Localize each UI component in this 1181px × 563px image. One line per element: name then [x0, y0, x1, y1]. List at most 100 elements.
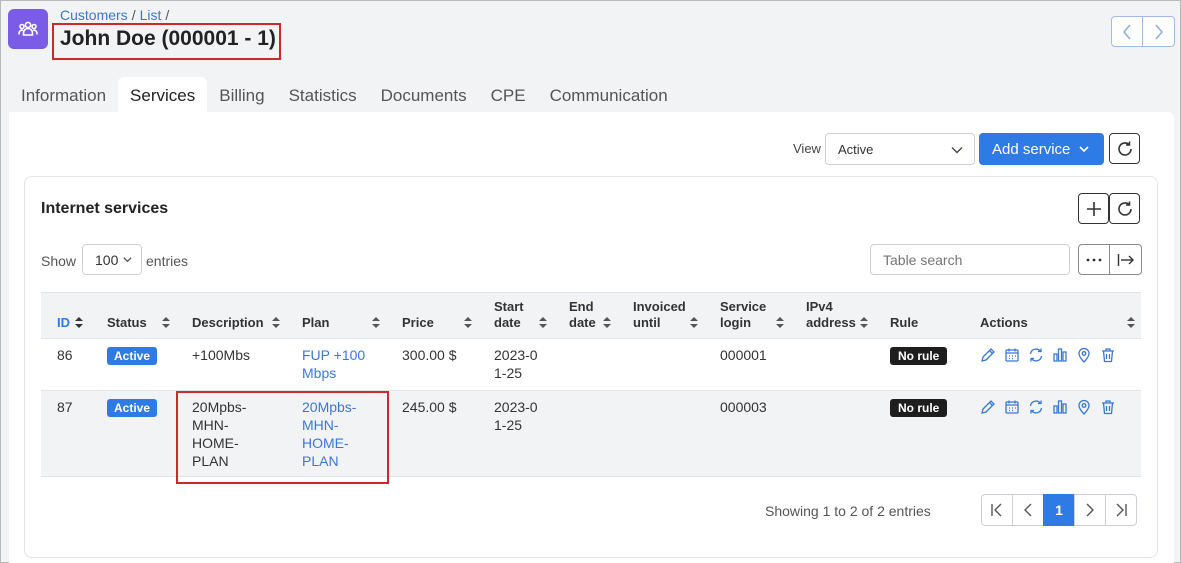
add-service-label: Add service [992, 140, 1071, 158]
column-header-invoiced-until[interactable]: Invoiced until [617, 292, 704, 339]
cell-status: Active [91, 338, 176, 391]
column-label: Invoiced until [633, 299, 686, 330]
cell-id: 86 [41, 338, 91, 391]
start-date: 2023-01-25 [494, 399, 538, 433]
table-row[interactable]: 87 Active 20Mpbs-MHN-HOME-PLAN 20Mpbs-MH… [41, 390, 1141, 477]
entries-per-page-select[interactable]: 100 [82, 244, 142, 275]
tab-bar: Information Services Billing Statistics … [9, 77, 680, 113]
view-select[interactable]: Active [825, 133, 975, 165]
sort-icon [776, 317, 784, 328]
statistics-icon[interactable] [1052, 399, 1068, 415]
column-header-start-date[interactable]: Start date [478, 292, 553, 339]
table-search-input[interactable] [870, 244, 1070, 275]
column-header-description[interactable]: Description [176, 292, 286, 339]
tab-cpe[interactable]: CPE [479, 77, 538, 113]
cell-invoiced-until [617, 390, 704, 477]
cell-id: 87 [41, 390, 91, 477]
cell-price: 245.00 $ [386, 390, 478, 477]
export-button[interactable] [1110, 244, 1142, 275]
trash-icon[interactable] [1100, 347, 1116, 363]
sort-icon [860, 317, 868, 328]
table-row[interactable]: 86 Active +100Mbs FUP +100 Mbps 300.00 $… [41, 338, 1141, 391]
chevron-right-icon [1154, 23, 1163, 40]
entries-label: entries [146, 253, 189, 269]
tab-billing[interactable]: Billing [207, 77, 276, 113]
cell-service-login: 000003 [704, 390, 790, 477]
column-header-price[interactable]: Price [386, 292, 478, 339]
tab-information[interactable]: Information [9, 77, 118, 113]
column-header-actions[interactable]: Actions [964, 292, 1141, 339]
view-select-value: Active [838, 142, 874, 157]
column-label: Actions [980, 315, 1028, 330]
change-plan-icon[interactable] [1028, 347, 1044, 363]
change-plan-icon[interactable] [1028, 399, 1044, 415]
location-icon[interactable] [1076, 399, 1092, 415]
column-label: ID [57, 315, 70, 330]
column-header-service-login[interactable]: Service login [704, 292, 790, 339]
calendar-icon[interactable] [1004, 347, 1020, 363]
edit-icon[interactable] [980, 399, 996, 415]
location-icon[interactable] [1076, 347, 1092, 363]
breadcrumb-separator: / [131, 7, 136, 23]
refresh-table-button[interactable] [1109, 193, 1140, 224]
breadcrumb-list[interactable]: List [140, 7, 162, 23]
sort-icon [690, 317, 698, 328]
cell-rule: No rule [874, 338, 964, 391]
last-page-icon [1116, 503, 1127, 517]
tab-documents[interactable]: Documents [369, 77, 479, 113]
previous-page-button[interactable] [1012, 494, 1044, 526]
statistics-icon[interactable] [1052, 347, 1068, 363]
add-service-button[interactable]: Add service [979, 133, 1104, 165]
table-header-row: ID Status Description Plan Price Start d… [41, 292, 1141, 339]
calendar-icon[interactable] [1004, 399, 1020, 415]
breadcrumb-separator: / [165, 7, 170, 23]
edit-icon[interactable] [980, 347, 996, 363]
cell-service-login: 000001 [704, 338, 790, 391]
add-internet-service-button[interactable] [1078, 193, 1109, 224]
trash-icon[interactable] [1100, 399, 1116, 415]
status-badge: Active [107, 399, 158, 417]
next-record-button[interactable] [1143, 16, 1175, 47]
show-label: Show [41, 253, 77, 269]
plan-link[interactable]: 20Mpbs-MHN-HOME-PLAN [302, 398, 364, 470]
cell-plan: FUP +100 Mbps [286, 338, 386, 391]
sort-icon [1127, 317, 1135, 328]
refresh-services-button[interactable] [1109, 133, 1140, 164]
tab-communication[interactable]: Communication [538, 77, 680, 113]
plus-icon [1086, 201, 1101, 216]
cell-description: +100Mbs [176, 338, 286, 391]
sort-icon [162, 317, 170, 328]
tab-statistics[interactable]: Statistics [277, 77, 369, 113]
column-header-plan[interactable]: Plan [286, 292, 386, 339]
column-header-id[interactable]: ID [41, 292, 91, 339]
first-page-button[interactable] [981, 494, 1013, 526]
pagination: 1 [981, 494, 1137, 526]
rule-badge: No rule [890, 347, 948, 365]
cell-ipv4-address [790, 338, 874, 391]
more-options-button[interactable] [1078, 244, 1110, 275]
internet-services-table: ID Status Description Plan Price Start d… [41, 292, 1141, 477]
column-header-ipv4-address[interactable]: IPv4 address [790, 292, 874, 339]
record-navigation [1111, 16, 1175, 47]
cell-start-date: 2023-01-25 [478, 338, 553, 391]
previous-record-button[interactable] [1111, 16, 1143, 47]
column-header-end-date[interactable]: End date [553, 292, 617, 339]
cell-description: 20Mpbs-MHN-HOME-PLAN [176, 390, 286, 477]
next-page-button[interactable] [1074, 494, 1106, 526]
plan-link[interactable]: FUP +100 Mbps [302, 347, 365, 381]
column-header-status[interactable]: Status [91, 292, 176, 339]
status-badge: Active [107, 347, 158, 365]
start-date: 2023-01-25 [494, 347, 538, 381]
rule-badge: No rule [890, 399, 948, 417]
sort-icon [603, 317, 611, 328]
column-label: Description [192, 315, 264, 330]
last-page-button[interactable] [1105, 494, 1137, 526]
tab-services[interactable]: Services [118, 77, 208, 113]
breadcrumb-customers[interactable]: Customers [60, 7, 128, 23]
column-label: Status [107, 315, 147, 330]
column-label: Service login [720, 299, 767, 330]
page-1-button[interactable]: 1 [1043, 494, 1075, 526]
refresh-icon [1117, 141, 1132, 156]
cell-actions [964, 390, 1141, 477]
chevron-down-icon [123, 257, 132, 263]
